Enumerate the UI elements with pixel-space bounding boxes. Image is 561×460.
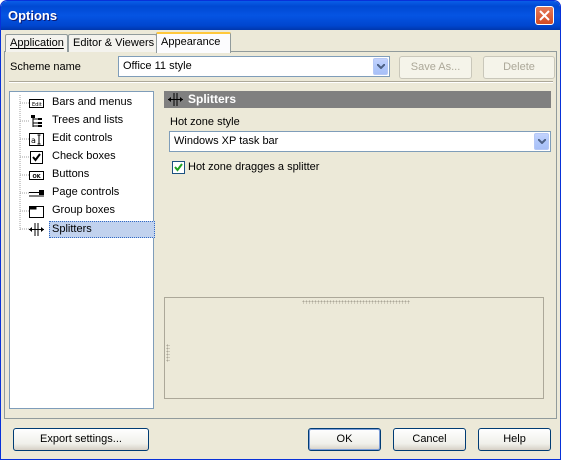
tab-editor-viewers[interactable]: Editor & Viewers (68, 34, 157, 52)
horizontal-splitter-grip[interactable] (302, 300, 410, 304)
svg-text:Edit: Edit (32, 102, 42, 108)
hot-zone-style-label: Hot zone style (170, 116, 240, 128)
hot-zone-drag-label: Hot zone dragges a splitter (188, 161, 320, 173)
tree-item-page-controls[interactable]: Page controls (10, 185, 153, 202)
hot-zone-drag-checkbox[interactable] (172, 161, 185, 174)
tab-application[interactable]: Application (5, 34, 68, 52)
window-title: Options (8, 8, 58, 23)
export-settings-button[interactable]: Export settings... (13, 428, 149, 451)
tab-editor-viewers-label: Editor & Viewers (73, 37, 155, 49)
tree-item-bars-and-menus[interactable]: Edit Bars and menus (10, 95, 153, 112)
tree-item-label: Splitters (49, 221, 155, 238)
title-bar[interactable]: Options (1, 1, 560, 30)
tree-item-label: Check boxes (52, 150, 116, 162)
separator (9, 81, 553, 83)
category-tree[interactable]: Edit Bars and menus Trees and lists a Ed… (9, 91, 155, 409)
svg-text:OK: OK (33, 174, 42, 180)
close-button[interactable] (535, 6, 554, 25)
tree-item-trees-and-lists[interactable]: Trees and lists (10, 113, 153, 130)
scheme-dropdown-button[interactable] (373, 58, 388, 75)
save-as-button[interactable]: Save As... (399, 56, 472, 79)
splitter-preview (164, 297, 544, 399)
scheme-name-combo[interactable]: Office 11 style (118, 56, 390, 77)
button-icon: OK (29, 171, 44, 180)
section-header-title: Splitters (188, 92, 237, 106)
tree-item-label: Buttons (52, 168, 90, 180)
tree-list-icon (31, 115, 42, 127)
splitter-icon (168, 93, 183, 106)
edit-control-icon: a (29, 133, 44, 146)
splitter-icon (29, 223, 44, 236)
checkbox-icon (30, 151, 43, 164)
hot-zone-dropdown-button[interactable] (534, 133, 549, 150)
chevron-down-icon (377, 64, 385, 69)
svg-text:a: a (31, 136, 36, 145)
bars-menu-icon: Edit (29, 99, 44, 108)
chevron-down-icon (538, 139, 546, 144)
tree-item-label: Page controls (52, 186, 120, 198)
tree-item-label: Edit controls (52, 132, 113, 144)
cancel-button[interactable]: Cancel (393, 428, 466, 451)
tab-appearance[interactable]: Appearance (156, 32, 231, 53)
close-icon (539, 10, 550, 21)
help-button[interactable]: Help (478, 428, 551, 451)
tab-application-label: Application (10, 37, 64, 49)
tree-item-buttons[interactable]: OK Buttons (10, 167, 153, 184)
page-control-icon (29, 190, 44, 197)
section-header: Splitters (164, 91, 551, 108)
options-dialog: Options Application Editor & Viewers App… (0, 0, 561, 460)
group-box-icon (29, 206, 44, 218)
check-mark-icon (174, 163, 183, 172)
tree-item-edit-controls[interactable]: a Edit controls (10, 131, 153, 148)
vertical-splitter-grip[interactable] (166, 344, 170, 362)
tree-item-label: Bars and menus (52, 96, 133, 108)
tree-item-splitters[interactable]: Splitters (10, 221, 155, 238)
tree-item-label: Group boxes (52, 204, 115, 216)
hot-zone-style-value: Windows XP task bar (174, 135, 279, 147)
tree-item-label: Trees and lists (52, 114, 124, 126)
tree-item-check-boxes[interactable]: Check boxes (10, 149, 153, 166)
tree-item-group-boxes[interactable]: Group boxes (10, 203, 153, 220)
ok-button[interactable]: OK (308, 428, 381, 451)
hot-zone-style-combo[interactable]: Windows XP task bar (169, 131, 551, 152)
delete-button[interactable]: Delete (483, 56, 555, 79)
scheme-name-value: Office 11 style (123, 60, 192, 72)
scheme-name-label: Scheme name (10, 61, 81, 73)
tab-appearance-label: Appearance (161, 36, 221, 48)
